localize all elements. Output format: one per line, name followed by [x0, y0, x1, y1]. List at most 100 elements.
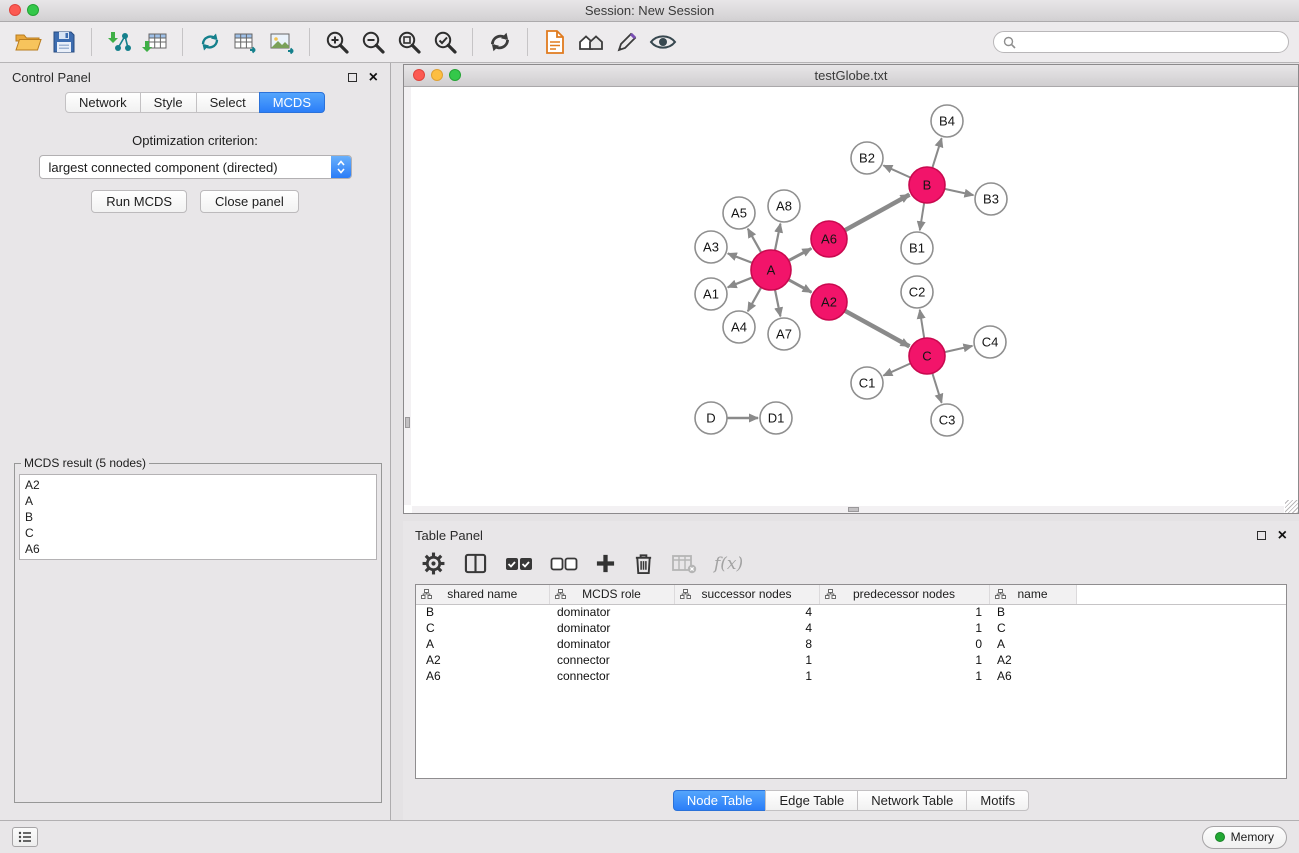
edge-B-B4[interactable]	[932, 138, 941, 168]
edge-B-B1[interactable]	[920, 203, 924, 230]
table-row[interactable]: Adominator80A	[416, 636, 1286, 652]
edge-A2-C[interactable]	[845, 311, 910, 347]
node-C[interactable]: C	[909, 338, 945, 374]
node-C1[interactable]: C1	[851, 367, 883, 399]
network-canvas[interactable]: AA2A6BCA1A3A4A5A7A8B1B2B3B4C1C2C3C4DD1	[404, 87, 1298, 513]
search-box[interactable]	[993, 31, 1289, 53]
show-columns-button[interactable]	[463, 552, 488, 575]
edge-A-A1[interactable]	[728, 277, 753, 287]
node-A1[interactable]: A1	[695, 278, 727, 310]
show-hide-button[interactable]	[645, 26, 681, 58]
table-settings-button[interactable]	[421, 551, 446, 576]
table-tab-edge-table[interactable]: Edge Table	[765, 790, 858, 811]
node-A5[interactable]: A5	[723, 197, 755, 229]
mcds-result-item[interactable]: A2	[20, 477, 376, 493]
refresh-button[interactable]	[482, 26, 518, 58]
edge-A6-B[interactable]	[845, 195, 910, 231]
edge-B-B3[interactable]	[945, 189, 974, 195]
zoom-out-button[interactable]	[355, 26, 391, 58]
run-mcds-button[interactable]: Run MCDS	[91, 190, 187, 213]
panel-menu-button[interactable]	[12, 827, 38, 847]
column-header-successor-nodes[interactable]: successor nodes	[674, 585, 819, 604]
node-B4[interactable]: B4	[931, 105, 963, 137]
network-minimize-button[interactable]	[431, 69, 443, 81]
optimization-dropdown[interactable]: largest connected component (directed)	[39, 155, 352, 179]
import-table-button[interactable]	[137, 26, 173, 58]
node-D1[interactable]: D1	[760, 402, 792, 434]
edge-C-C3[interactable]	[932, 373, 941, 403]
delete-row-button[interactable]	[633, 552, 654, 575]
table-row[interactable]: A6connector11A6	[416, 668, 1286, 684]
deselect-all-button[interactable]	[550, 554, 578, 574]
float-panel-icon[interactable]	[1257, 531, 1266, 540]
column-header-name[interactable]: name	[989, 585, 1076, 604]
table-tab-node-table[interactable]: Node Table	[673, 790, 767, 811]
table-row[interactable]: Cdominator41C	[416, 620, 1286, 636]
edge-A-A4[interactable]	[748, 287, 761, 311]
select-all-button[interactable]	[505, 554, 533, 574]
memory-button[interactable]: Memory	[1202, 826, 1287, 849]
mcds-result-item[interactable]: A	[20, 493, 376, 509]
node-B3[interactable]: B3	[975, 183, 1007, 215]
home-button[interactable]	[573, 26, 609, 58]
close-panel-icon[interactable]: ×	[369, 73, 378, 83]
table-tab-network-table[interactable]: Network Table	[857, 790, 967, 811]
resize-grip[interactable]	[1285, 500, 1298, 513]
horizontal-scrollbar[interactable]	[412, 506, 1284, 513]
edge-A-A3[interactable]	[728, 253, 753, 262]
node-A[interactable]: A	[751, 250, 791, 290]
clone-network-button[interactable]	[192, 26, 228, 58]
export-image-button[interactable]	[264, 26, 300, 58]
edge-C-C1[interactable]	[883, 363, 910, 375]
edge-A-A2[interactable]	[789, 280, 812, 293]
node-C4[interactable]: C4	[974, 326, 1006, 358]
edge-C-C2[interactable]	[920, 310, 924, 338]
edge-A-A6[interactable]	[789, 248, 812, 260]
table-tab-motifs[interactable]: Motifs	[966, 790, 1029, 811]
node-A8[interactable]: A8	[768, 190, 800, 222]
node-A4[interactable]: A4	[723, 311, 755, 343]
delete-table-button[interactable]	[671, 553, 697, 575]
tab-mcds[interactable]: MCDS	[259, 92, 325, 113]
close-window-button[interactable]	[9, 4, 21, 16]
mcds-result-item[interactable]: B	[20, 509, 376, 525]
search-input[interactable]	[1021, 35, 1279, 50]
export-table-button[interactable]	[228, 26, 264, 58]
table-row[interactable]: Bdominator41B	[416, 604, 1286, 620]
node-A2[interactable]: A2	[811, 284, 847, 320]
zoom-selected-button[interactable]	[427, 26, 463, 58]
float-panel-icon[interactable]	[348, 73, 357, 82]
add-row-button[interactable]	[595, 553, 616, 574]
table-row[interactable]: A2connector11A2	[416, 652, 1286, 668]
node-C2[interactable]: C2	[901, 276, 933, 308]
edge-A-A5[interactable]	[748, 229, 761, 253]
edge-B-B2[interactable]	[883, 165, 910, 177]
edge-C-C4[interactable]	[945, 346, 973, 352]
node-A6[interactable]: A6	[811, 221, 847, 257]
annotate-button[interactable]	[609, 26, 645, 58]
node-B1[interactable]: B1	[901, 232, 933, 264]
node-B2[interactable]: B2	[851, 142, 883, 174]
mcds-result-item[interactable]: C	[20, 525, 376, 541]
network-close-button[interactable]	[413, 69, 425, 81]
mcds-result-item[interactable]: A6	[20, 541, 376, 557]
node-D[interactable]: D	[695, 402, 727, 434]
zoom-in-button[interactable]	[319, 26, 355, 58]
scrollbar-thumb[interactable]	[405, 417, 410, 428]
node-C3[interactable]: C3	[931, 404, 963, 436]
open-session-button[interactable]	[10, 26, 46, 58]
vertical-scrollbar[interactable]	[404, 87, 411, 505]
column-header-predecessor-nodes[interactable]: predecessor nodes	[819, 585, 989, 604]
node-B[interactable]: B	[909, 167, 945, 203]
tab-style[interactable]: Style	[140, 92, 197, 113]
node-A7[interactable]: A7	[768, 318, 800, 350]
zoom-fit-button[interactable]	[391, 26, 427, 58]
edge-A-A7[interactable]	[775, 290, 780, 317]
column-header-shared-name[interactable]: shared name	[416, 585, 549, 604]
document-button[interactable]	[537, 26, 573, 58]
zoom-window-button[interactable]	[27, 4, 39, 16]
scrollbar-thumb[interactable]	[848, 507, 859, 512]
function-builder-button[interactable]: f(x)	[714, 554, 743, 574]
import-network-button[interactable]	[101, 26, 137, 58]
tab-network[interactable]: Network	[65, 92, 141, 113]
